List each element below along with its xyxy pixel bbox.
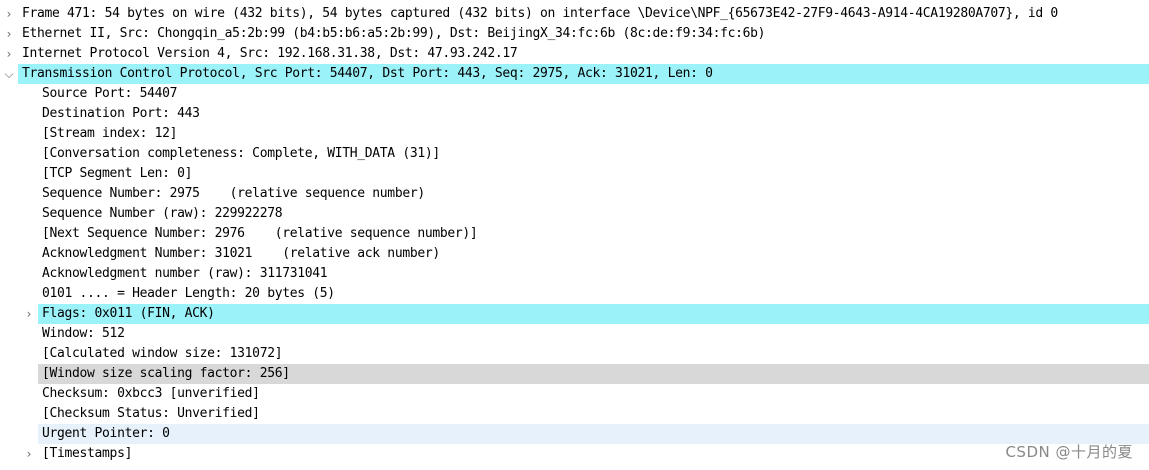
field-calculated-window-size[interactable]: [Calculated window size: 131072] [0, 344, 1149, 364]
field-acknowledgment-number-raw[interactable]: Acknowledgment number (raw): 311731041 [0, 264, 1149, 284]
chevron-down-icon[interactable]: ⌵ [2, 64, 16, 84]
field-checksum-status[interactable]: [Checksum Status: Unverified] [0, 404, 1149, 424]
chevron-right-icon[interactable]: › [2, 44, 16, 64]
field-urgent-pointer[interactable]: Urgent Pointer: 0 [0, 424, 1149, 444]
field-destination-port[interactable]: Destination Port: 443 [0, 104, 1149, 124]
hover-highlight [38, 424, 1149, 444]
tree-item-label: Ethernet II, Src: Chongqin_a5:2b:99 (b4:… [22, 26, 766, 41]
field-stream-index[interactable]: [Stream index: 12] [0, 124, 1149, 144]
tree-item-tcp[interactable]: ⌵ Transmission Control Protocol, Src Por… [0, 64, 1149, 84]
field-checksum[interactable]: Checksum: 0xbcc3 [unverified] [0, 384, 1149, 404]
field-label: [Conversation completeness: Complete, WI… [42, 146, 440, 161]
field-label: Sequence Number: 2975 (relative sequence… [42, 186, 425, 201]
chevron-right-icon[interactable]: › [22, 304, 36, 324]
field-sequence-number-raw[interactable]: Sequence Number (raw): 229922278 [0, 204, 1149, 224]
field-conversation-completeness[interactable]: [Conversation completeness: Complete, WI… [0, 144, 1149, 164]
field-label: [Calculated window size: 131072] [42, 346, 283, 361]
tree-item-timestamps[interactable]: › [Timestamps] [0, 444, 1149, 464]
field-label: Checksum: 0xbcc3 [unverified] [42, 386, 260, 401]
field-label: Sequence Number (raw): 229922278 [42, 206, 283, 221]
field-next-sequence-number[interactable]: [Next Sequence Number: 2976 (relative se… [0, 224, 1149, 244]
csdn-watermark: CSDN @十月的夏 [1005, 443, 1133, 461]
field-label: Destination Port: 443 [42, 106, 200, 121]
field-label: Flags: 0x011 (FIN, ACK) [42, 306, 215, 321]
field-window-size-scaling-factor[interactable]: [Window size scaling factor: 256] [0, 364, 1149, 384]
field-label: Acknowledgment Number: 31021 (relative a… [42, 246, 440, 261]
field-label: Urgent Pointer: 0 [42, 426, 170, 441]
packet-details-tree: › Frame 471: 54 bytes on wire (432 bits)… [0, 4, 1149, 464]
field-label: [Stream index: 12] [42, 126, 178, 141]
chevron-right-icon[interactable]: › [2, 4, 16, 24]
field-label: [Window size scaling factor: 256] [42, 366, 290, 381]
field-window[interactable]: Window: 512 [0, 324, 1149, 344]
field-label: [Next Sequence Number: 2976 (relative se… [42, 226, 478, 241]
field-source-port[interactable]: Source Port: 54407 [0, 84, 1149, 104]
chevron-right-icon[interactable]: › [2, 24, 16, 44]
tree-item-frame[interactable]: › Frame 471: 54 bytes on wire (432 bits)… [0, 4, 1149, 24]
tree-item-label: Frame 471: 54 bytes on wire (432 bits), … [22, 6, 1058, 21]
field-label: 0101 .... = Header Length: 20 bytes (5) [42, 286, 335, 301]
tree-item-ipv4[interactable]: › Internet Protocol Version 4, Src: 192.… [0, 44, 1149, 64]
field-tcp-segment-len[interactable]: [TCP Segment Len: 0] [0, 164, 1149, 184]
field-label: [Timestamps] [42, 446, 133, 461]
field-label: Source Port: 54407 [42, 86, 178, 101]
tree-item-label: Internet Protocol Version 4, Src: 192.16… [22, 46, 518, 61]
chevron-right-icon[interactable]: › [22, 444, 36, 464]
field-label: Window: 512 [42, 326, 125, 341]
field-label: Acknowledgment number (raw): 311731041 [42, 266, 328, 281]
field-acknowledgment-number[interactable]: Acknowledgment Number: 31021 (relative a… [0, 244, 1149, 264]
field-sequence-number[interactable]: Sequence Number: 2975 (relative sequence… [0, 184, 1149, 204]
field-label: [Checksum Status: Unverified] [42, 406, 260, 421]
tree-item-label: Transmission Control Protocol, Src Port:… [22, 66, 713, 81]
field-header-length[interactable]: 0101 .... = Header Length: 20 bytes (5) [0, 284, 1149, 304]
tree-item-flags[interactable]: › Flags: 0x011 (FIN, ACK) [0, 304, 1149, 324]
field-label: [TCP Segment Len: 0] [42, 166, 193, 181]
tree-item-ethernet[interactable]: › Ethernet II, Src: Chongqin_a5:2b:99 (b… [0, 24, 1149, 44]
